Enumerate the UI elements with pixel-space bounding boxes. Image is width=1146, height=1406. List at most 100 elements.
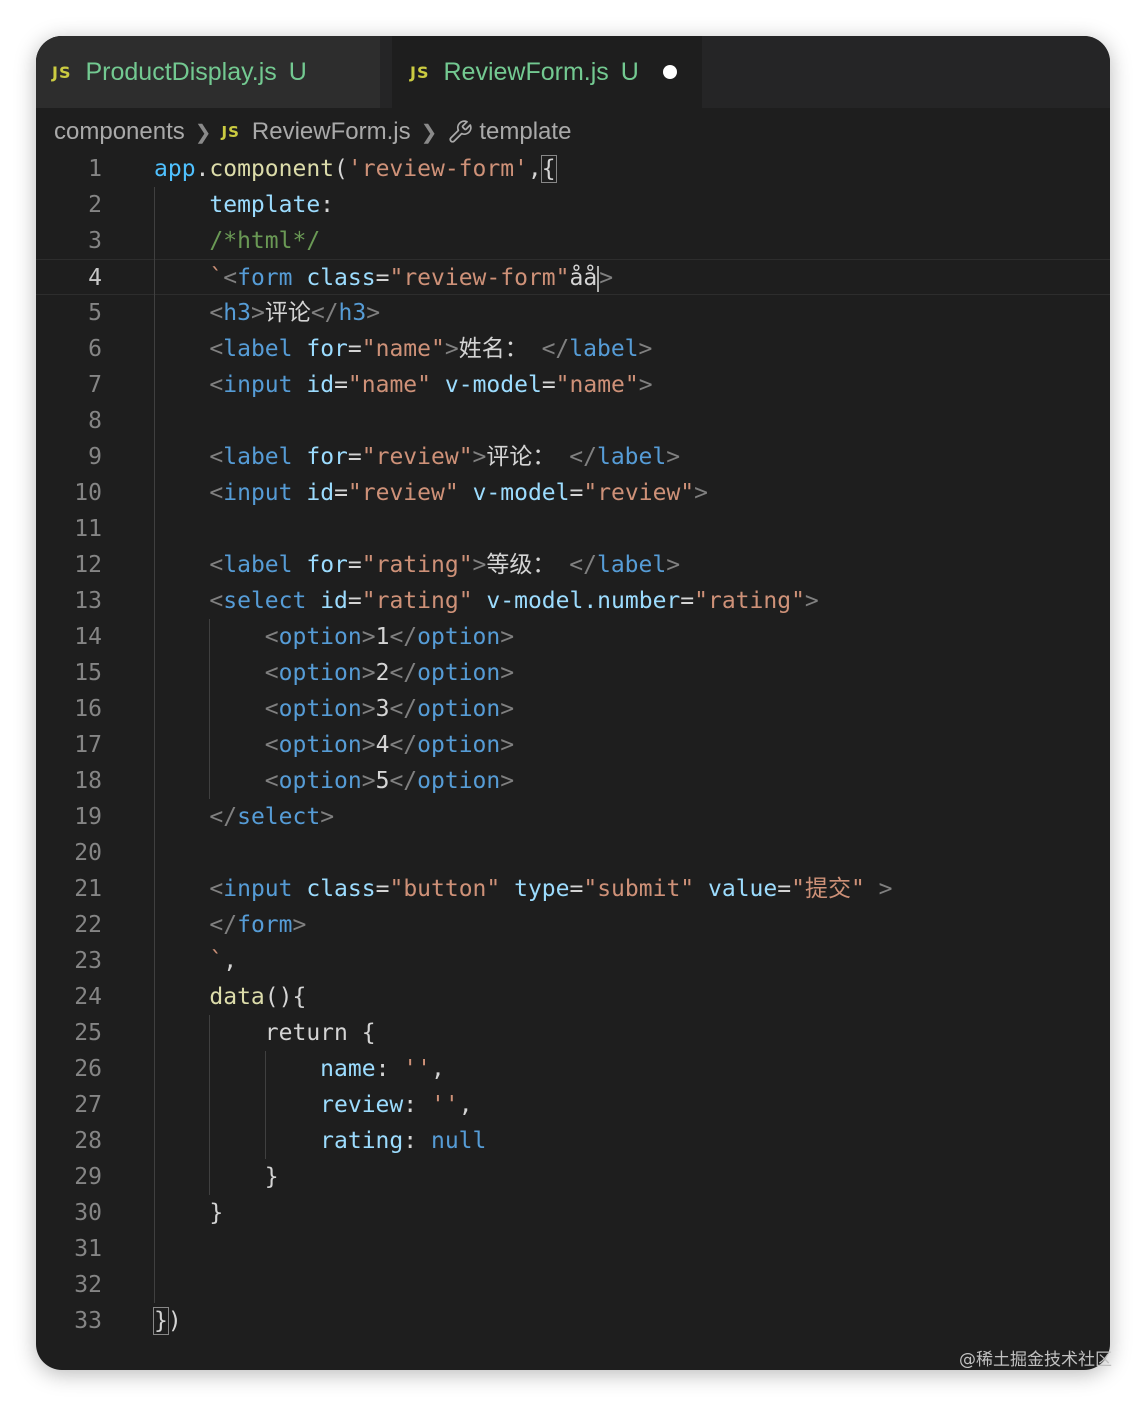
code-token: , [458, 1092, 473, 1118]
code-line[interactable]: 1 app.component('review-form',{ [36, 151, 1110, 187]
code-editor[interactable]: 1 app.component('review-form',{2 template… [36, 151, 1110, 1339]
code-token: "提交" [791, 876, 865, 902]
tab-reviewform[interactable]: JS ReviewForm.js U [392, 36, 702, 108]
code-token: rating [320, 1128, 404, 1154]
code-line[interactable]: 8 [36, 403, 1110, 439]
code-token: = [347, 552, 362, 578]
code-line[interactable]: 33}) [36, 1303, 1110, 1339]
code-token: > [361, 732, 376, 758]
code-line[interactable]: 21 <input class="button" type="submit" v… [36, 871, 1110, 907]
code-line[interactable]: 30 } [36, 1195, 1110, 1231]
code-token: h3 [223, 300, 251, 326]
code-token: option [278, 696, 362, 722]
code-text: <label for="review">评论： </label> [154, 439, 680, 475]
code-token: (){ [264, 984, 307, 1010]
code-token: . [195, 156, 210, 182]
code-line[interactable]: 25 return { [36, 1015, 1110, 1051]
code-line[interactable]: 6 <label for="name">姓名： </label> [36, 331, 1110, 367]
indent-guide [154, 187, 155, 1303]
code-token: > [361, 696, 376, 722]
code-text: <option>5</option> [154, 763, 514, 799]
code-token: > [361, 624, 376, 650]
breadcrumb-file[interactable]: ReviewForm.js [252, 118, 411, 146]
code-token: 4 [375, 732, 390, 758]
code-token: > [472, 552, 487, 578]
indent-guide [264, 1051, 266, 1159]
code-line[interactable]: 5 <h3>评论</h3> [36, 295, 1110, 331]
code-line[interactable]: 31 [36, 1231, 1110, 1267]
code-line[interactable]: 10 <input id="review" v-model="review"> [36, 475, 1110, 511]
code-text: return { [154, 1015, 376, 1051]
code-token: { [540, 155, 557, 183]
tab-bar: JS ProductDisplay.js U JS ReviewForm.js … [36, 36, 1110, 108]
code-line[interactable]: 13 <select id="rating" v-model.number="r… [36, 583, 1110, 619]
code-line[interactable]: 14 <option>1</option> [36, 619, 1110, 655]
code-line[interactable]: 22 </form> [36, 907, 1110, 943]
code-text: <select id="rating" v-model.number="rati… [154, 583, 818, 619]
line-number: 1 [88, 156, 102, 182]
code-line[interactable]: 3 /*html*/ [36, 223, 1110, 259]
tab-label: ReviewForm.js [443, 57, 609, 86]
code-token: label [223, 336, 293, 362]
breadcrumb-folder[interactable]: components [54, 118, 185, 146]
code-token: label [569, 336, 639, 362]
code-line[interactable]: 19 </select> [36, 799, 1110, 835]
code-line[interactable]: 18 <option>5</option> [36, 763, 1110, 799]
code-text: <input id="name" v-model="name"> [154, 367, 652, 403]
code-line[interactable]: 9 <label for="review">评论： </label> [36, 439, 1110, 475]
code-token: </ [209, 912, 238, 938]
code-token: > [472, 444, 487, 470]
code-line[interactable]: 16 <option>3</option> [36, 691, 1110, 727]
code-token: option [417, 768, 501, 794]
line-number: 2 [88, 192, 102, 218]
code-line[interactable]: 12 <label for="rating">等级： </label> [36, 547, 1110, 583]
line-number: 10 [74, 480, 102, 506]
code-token: 评论 [264, 300, 311, 326]
code-line[interactable]: 11 [36, 511, 1110, 547]
code-line[interactable]: 15 <option>2</option> [36, 655, 1110, 691]
breadcrumb: components ❯ JS ReviewForm.js ❯ template [54, 112, 571, 152]
code-token: = [569, 480, 584, 506]
code-line[interactable]: 23 `, [36, 943, 1110, 979]
code-line[interactable]: 17 <option>4</option> [36, 727, 1110, 763]
code-line[interactable]: 27 review: '', [36, 1087, 1110, 1123]
code-line[interactable]: 26 name: '', [36, 1051, 1110, 1087]
code-line[interactable]: 24 data(){ [36, 979, 1110, 1015]
code-token: "name" [347, 372, 432, 398]
code-token: select [237, 804, 321, 830]
unsaved-dot-icon[interactable] [662, 65, 677, 79]
code-line[interactable]: 2 template: [36, 187, 1110, 223]
code-token: v-model.number [486, 588, 681, 614]
line-number: 15 [74, 660, 102, 686]
code-token: , [430, 1056, 445, 1082]
code-token: v-model [472, 480, 570, 506]
breadcrumb-symbol[interactable]: template [479, 118, 571, 146]
code-text: } [154, 1159, 279, 1195]
code-line[interactable]: 7 <input id="name" v-model="name"> [36, 367, 1110, 403]
code-line[interactable]: 29 } [36, 1159, 1110, 1195]
code-token: < [209, 444, 224, 470]
code-token: for [306, 336, 348, 362]
code-line[interactable]: 32 [36, 1267, 1110, 1303]
code-token: , [527, 156, 542, 182]
code-token: > [500, 624, 515, 650]
code-line[interactable]: 20 [36, 835, 1110, 871]
code-line[interactable]: 28 rating: null [36, 1123, 1110, 1159]
code-token: </ [389, 732, 418, 758]
tab-productdisplay[interactable]: JS ProductDisplay.js U [36, 36, 380, 108]
code-token: 2 [375, 660, 390, 686]
code-text: `, [154, 943, 237, 979]
code-line[interactable]: 4 `<form class="review-form"åå> [36, 259, 1110, 295]
code-token: "button" [389, 876, 501, 902]
code-token: "review" [361, 444, 473, 470]
line-number: 22 [74, 912, 102, 938]
